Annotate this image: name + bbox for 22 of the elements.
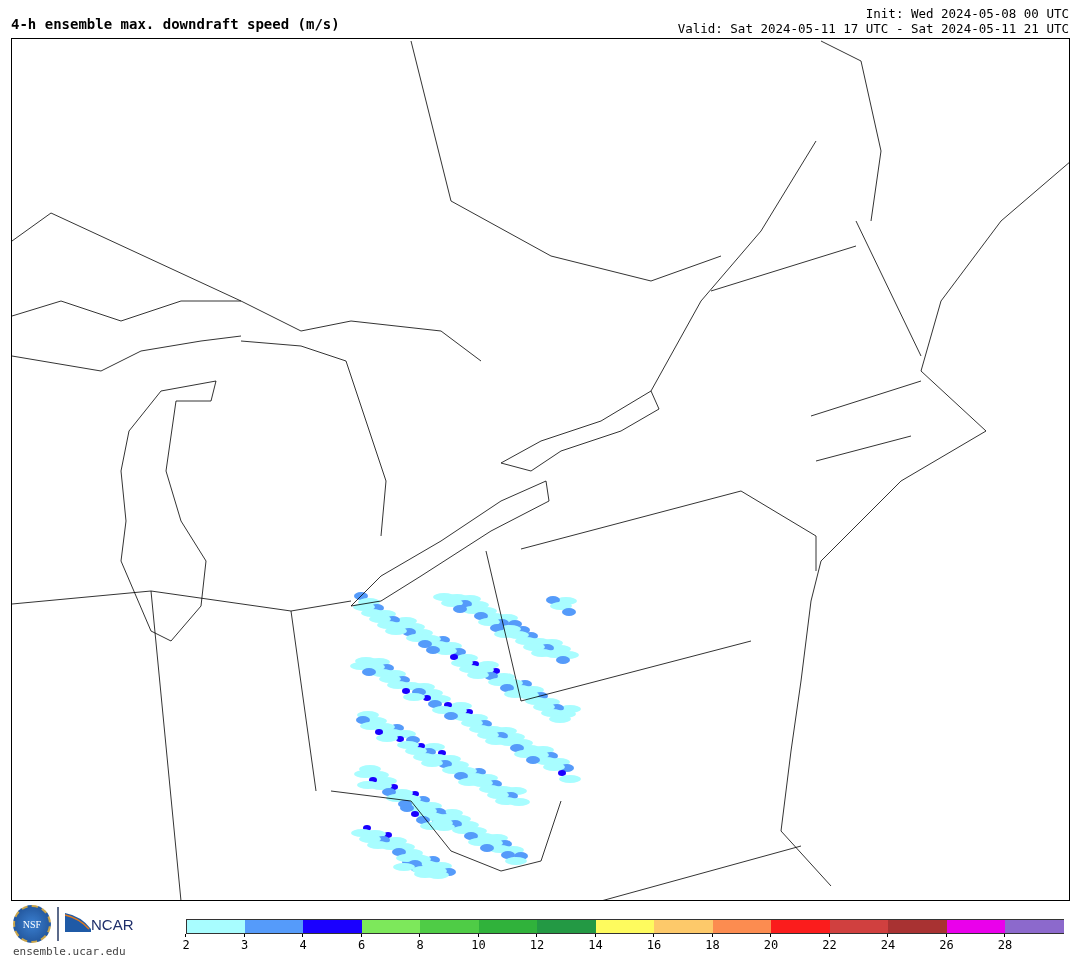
tick-label: 18 (705, 938, 720, 952)
tick-label: 22 (822, 938, 837, 952)
tick-label: 26 (939, 938, 954, 952)
init-time: Init: Wed 2024-05-08 00 UTC (865, 6, 1069, 21)
tick-label: 24 (880, 938, 896, 952)
tick-label: 8 (416, 938, 424, 952)
valid-time: Valid: Sat 2024-05-11 17 UTC - Sat 2024-05-11 21 UTC (677, 21, 1069, 36)
tick-label: 20 (763, 938, 779, 952)
tick-label: 4 (299, 938, 307, 952)
nsf-logo: NSF (13, 905, 51, 943)
tick-label: 3 (240, 938, 249, 952)
site-url: ensemble.ucar.edu (13, 945, 127, 958)
swoosh-icon (65, 913, 91, 935)
tick-label: 16 (646, 938, 662, 952)
ncar-logo: NCAR (91, 915, 134, 933)
tick-label: 14 (588, 938, 603, 952)
tick-label: 2 (182, 938, 190, 952)
tick-label: 6 (357, 938, 366, 952)
tick-label: 12 (529, 938, 545, 952)
tick-label: 10 (471, 938, 486, 952)
tick-label: 28 (997, 938, 1013, 952)
chart-title: 4-h ensemble max. downdraft speed (m/s) (11, 16, 340, 34)
